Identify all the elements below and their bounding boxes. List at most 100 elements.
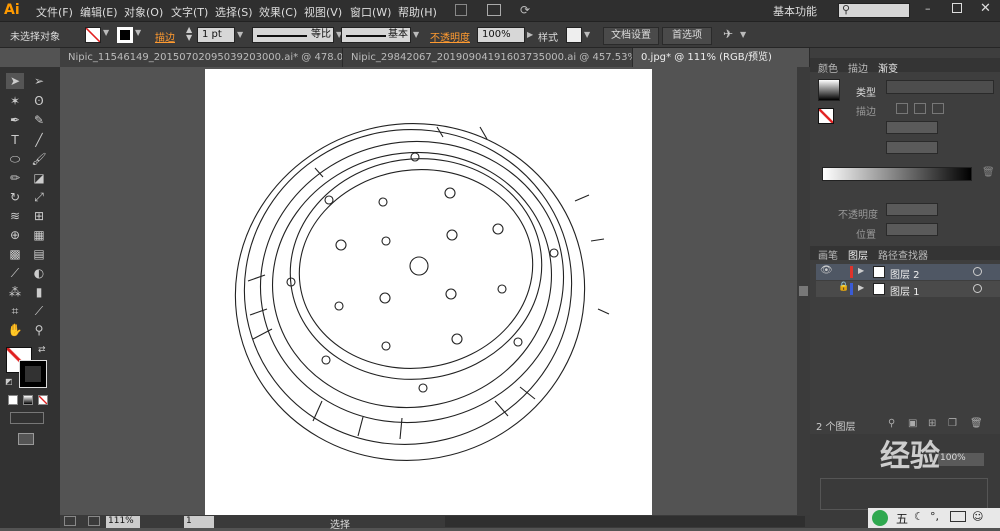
delete-layer-icon[interactable]: 🗑	[970, 418, 983, 429]
gradient-position-field[interactable]	[886, 223, 938, 236]
warp-tool-icon[interactable]: ≋	[6, 208, 24, 224]
swap-colors-icon[interactable]: ⇄	[38, 345, 46, 355]
ime-keyboard-icon[interactable]	[950, 511, 966, 522]
color-mode-icon[interactable]	[8, 395, 18, 405]
target-circle-icon[interactable]	[973, 267, 982, 276]
horizontal-scrollbar[interactable]	[445, 516, 805, 527]
graph-tool-icon[interactable]: ▮	[30, 284, 48, 300]
menu-edit[interactable]: 编辑(E)	[80, 4, 118, 20]
preferences-button[interactable]: 首选项	[662, 27, 712, 45]
symbol-sprayer-tool-icon[interactable]: ⁂	[6, 284, 24, 300]
lasso-tool-icon[interactable]: ʘ	[30, 93, 48, 109]
brush-dropdown-icon[interactable]: ▼	[413, 30, 419, 39]
stroke-stepper-icon[interactable]: ▲ ▼	[186, 26, 192, 42]
scroll-thumb[interactable]	[799, 286, 808, 296]
ime-punct-icon[interactable]: °,	[930, 510, 939, 523]
arrange-dropdown-icon[interactable]: ▼	[740, 30, 746, 39]
tab-document-1[interactable]: Nipic_11546149_20150702095039203000.ai* …	[60, 48, 343, 67]
fill-swatch[interactable]	[85, 27, 101, 43]
none-mode-icon[interactable]	[38, 395, 48, 405]
aspect-field[interactable]	[886, 141, 938, 154]
gradient-thumbnail[interactable]	[818, 79, 840, 101]
style-swatch[interactable]	[566, 27, 582, 43]
zoom-field[interactable]: 111%	[106, 516, 140, 528]
ime-moon-icon[interactable]: ☾	[914, 510, 924, 523]
stroke-weight-dropdown-icon[interactable]: ▼	[237, 30, 243, 39]
blend-tool-icon[interactable]: ◐	[30, 265, 48, 281]
tab-document-3[interactable]: 0.jpg* @ 111% (RGB/预览)	[633, 48, 810, 67]
workspace-switcher[interactable]: 基本功能	[773, 3, 817, 19]
arrange-icon[interactable]: ✈	[723, 27, 733, 41]
artboard[interactable]	[205, 69, 652, 516]
draw-mode-icon[interactable]	[10, 412, 44, 424]
mesh-tool-icon[interactable]: ▩	[6, 246, 24, 262]
delete-stop-icon[interactable]: 🗑	[982, 167, 995, 178]
curvature-tool-icon[interactable]: ✎	[30, 112, 48, 128]
magic-wand-tool-icon[interactable]: ✶	[6, 93, 24, 109]
shape-builder-tool-icon[interactable]: ⊕	[6, 227, 24, 243]
eyedropper-tool-icon[interactable]: ⟋	[6, 265, 24, 281]
ime-logo-icon[interactable]	[872, 510, 888, 526]
tab-stroke[interactable]: 描边	[848, 60, 868, 75]
artboard-tool-icon[interactable]: ⌗	[6, 303, 24, 319]
stroke-label[interactable]: 描边	[155, 29, 175, 44]
menu-select[interactable]: 选择(S)	[215, 4, 253, 20]
menu-file[interactable]: 文件(F)	[36, 4, 73, 20]
stroke-color-box[interactable]	[19, 360, 47, 388]
tab-brushes[interactable]: 画笔	[818, 247, 838, 262]
menu-help[interactable]: 帮助(H)	[398, 4, 437, 20]
page-field[interactable]: 1	[184, 516, 214, 528]
angle-field[interactable]	[886, 121, 938, 134]
document-setup-button[interactable]: 文档设置	[603, 27, 659, 45]
menu-window[interactable]: 窗口(W)	[350, 4, 391, 20]
gpu-icon[interactable]: ⟳	[520, 3, 530, 17]
free-transform-tool-icon[interactable]: ⊞	[30, 208, 48, 224]
tab-pathfinder[interactable]: 路径查找器	[878, 247, 928, 262]
screen-mode-icon[interactable]	[18, 433, 34, 445]
type-dropdown[interactable]	[886, 80, 994, 94]
layer-name[interactable]: 图层 2	[890, 266, 920, 281]
gradient-stroke-swatch[interactable]	[818, 108, 834, 124]
tab-gradient[interactable]: 渐变	[878, 60, 898, 75]
gradient-tool-icon[interactable]: ▤	[30, 246, 48, 262]
target-circle-icon[interactable]	[973, 284, 982, 293]
brush-definition[interactable]: 基本	[341, 27, 411, 43]
layer-row-1[interactable]: 🔒 ▶ 图层 1	[816, 281, 1000, 298]
gradient-slider[interactable]	[822, 167, 972, 181]
selection-tool-icon[interactable]: ➤	[6, 73, 24, 89]
hand-tool-icon[interactable]: ✋	[6, 322, 24, 338]
ime-mode-icon[interactable]: 五	[896, 510, 908, 527]
nav-icon-2[interactable]	[88, 516, 100, 526]
scale-tool-icon[interactable]: ⤢	[30, 189, 48, 205]
stroke-dropdown-icon[interactable]: ▼	[135, 28, 141, 37]
menu-effect[interactable]: 效果(C)	[259, 4, 297, 20]
gradient-mode-icon[interactable]	[23, 395, 33, 405]
minimize-icon[interactable]: –	[925, 2, 931, 15]
nav-icon[interactable]	[64, 516, 76, 526]
lock-icon[interactable]: 🔒	[838, 282, 849, 292]
slice-tool-icon[interactable]: ⟋	[30, 303, 48, 319]
stroke-option-1[interactable]	[896, 103, 908, 114]
layer-name[interactable]: 图层 1	[890, 283, 920, 298]
opacity-label[interactable]: 不透明度	[430, 29, 470, 44]
pen-tool-icon[interactable]: ✒	[6, 112, 24, 128]
variable-width-profile[interactable]: 等比	[252, 27, 334, 43]
ime-user-icon[interactable]: ☺	[972, 510, 983, 523]
visibility-eye-icon[interactable]: 👁	[820, 265, 833, 276]
menu-object[interactable]: 对象(O)	[124, 4, 163, 20]
stroke-weight-field[interactable]: 1 pt	[197, 27, 235, 43]
gradient-opacity-field[interactable]	[886, 203, 938, 216]
pencil-tool-icon[interactable]: ✏	[6, 170, 24, 186]
opacity-dropdown-icon[interactable]: ▶	[527, 30, 533, 39]
style-dropdown-icon[interactable]: ▼	[584, 30, 590, 39]
perspective-grid-tool-icon[interactable]: ▦	[30, 227, 48, 243]
ellipse-tool-icon[interactable]: ⬭	[6, 151, 24, 167]
rotate-tool-icon[interactable]: ↻	[6, 189, 24, 205]
direct-selection-tool-icon[interactable]: ➢	[30, 73, 48, 89]
stroke-swatch[interactable]	[117, 27, 133, 43]
layer-row-2[interactable]: 👁 ▶ 图层 2	[816, 264, 1000, 281]
tab-document-2[interactable]: Nipic_29842067_20190904191603735000.ai @…	[343, 48, 633, 67]
opacity-field[interactable]: 100%	[477, 27, 525, 43]
type-tool-icon[interactable]: T	[6, 132, 24, 148]
maximize-icon[interactable]	[952, 3, 962, 13]
